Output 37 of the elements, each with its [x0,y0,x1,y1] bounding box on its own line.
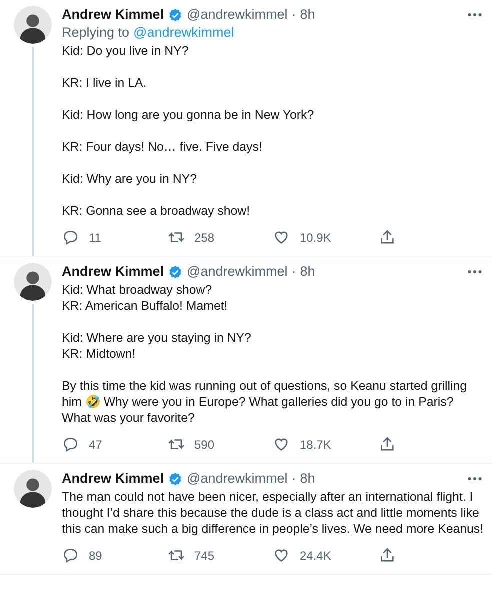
reply-count: 11 [89,230,102,244]
reply-icon[interactable] [62,229,79,246]
reply-count: 89 [89,548,102,562]
retweet-count: 745 [194,548,215,562]
reply-icon[interactable] [62,547,79,564]
share-icon[interactable] [378,229,396,246]
author-name[interactable]: Andrew Kimmel [62,263,164,281]
author-handle[interactable]: @andrewkimmel [187,470,288,488]
author-handle[interactable]: @andrewkimmel [187,6,288,24]
share-icon[interactable] [378,436,396,453]
reply-icon[interactable] [62,436,79,453]
timestamp[interactable]: 8h [300,6,316,24]
heart-icon[interactable] [273,229,290,246]
like-count: 10.9K [300,230,332,244]
retweet-count: 590 [194,438,215,452]
reply-count: 47 [89,438,102,452]
tweet-text: Kid: What broadway show? KR: American Buffalo! Mamet! Kid: Where are you staying in NY? KR: Midtown! By this time the kid was running out of questions, so Keanu started grilling him 🤣 Why were you in Europe? What galleries did you go to in Paris? What was your favorite? [62,282,468,426]
heart-icon[interactable] [273,436,290,453]
timestamp[interactable]: 8h [300,263,316,281]
separator-dot: · [292,6,296,24]
like-count: 24.4K [300,548,332,562]
separator-dot: · [292,263,296,281]
author-name[interactable]: Andrew Kimmel [62,6,164,24]
separator-dot: · [292,470,296,488]
author-handle[interactable]: @andrewkimmel [187,263,288,281]
author-name[interactable]: Andrew Kimmel [62,470,164,488]
avatar-icon[interactable] [14,263,52,301]
tweet-text: The man could not have been nicer, especially after an international flight. I thought I’d share this because the dude is a class act and little moments like this can make such a big difference in people’s lives. We need more Keanus! [62,489,484,537]
share-icon[interactable] [378,547,396,564]
heart-icon[interactable] [273,547,290,564]
replying-label: Replying to [62,24,130,42]
like-count: 18.7K [300,438,332,452]
timestamp[interactable]: 8h [300,470,316,488]
avatar-icon[interactable] [14,6,52,44]
avatar-icon[interactable] [14,470,52,508]
retweet-count: 258 [194,230,215,244]
tweet-text: Kid: Do you live in NY? KR: I live in LA. Kid: How long are you gonna be in New York? KR: Four days! No… five. Five days! Kid: Why are you in NY? KR: Gonna see a broadway show! [62,43,316,219]
